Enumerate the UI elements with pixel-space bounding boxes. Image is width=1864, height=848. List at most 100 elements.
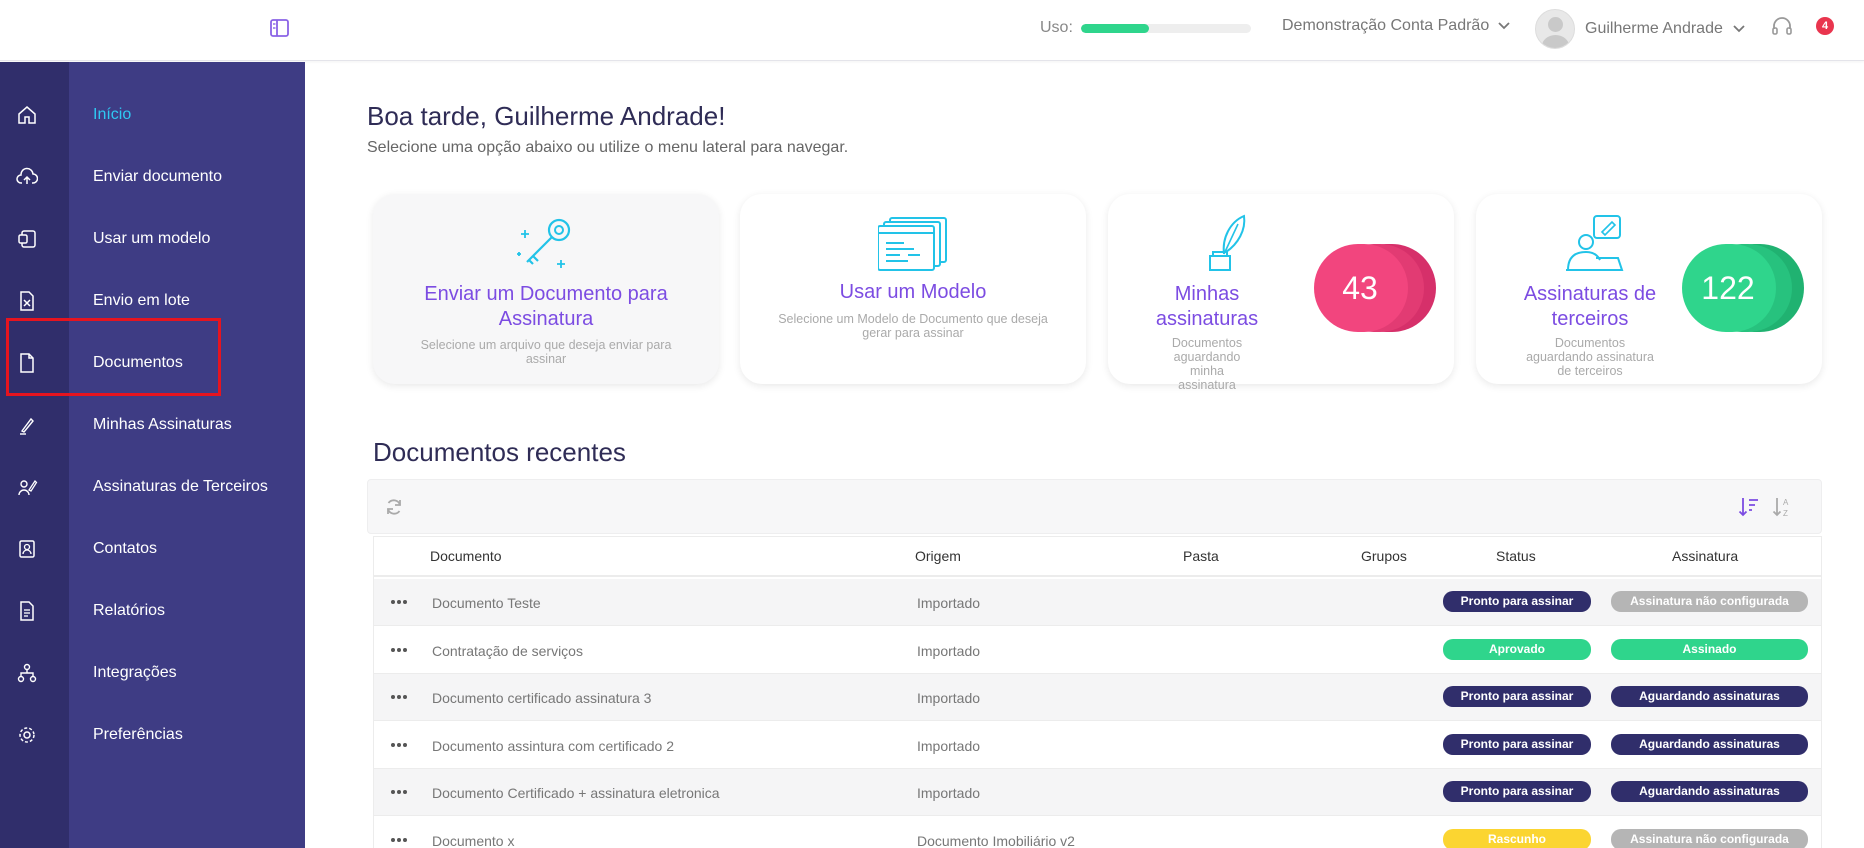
sidebar-item-envio-em-lote[interactable]: Envio em lote [0, 270, 305, 332]
notification-badge[interactable]: 4 [1816, 17, 1834, 35]
pending-count-badge: 43 [1314, 244, 1436, 332]
sidebar-item-preferencias[interactable]: Preferências [0, 704, 305, 766]
more-options-icon[interactable] [390, 736, 408, 754]
column-header-grupos[interactable]: Grupos [1361, 548, 1407, 564]
cell-origem: Importado [917, 737, 981, 754]
sort-descending-icon[interactable] [1738, 495, 1760, 519]
table-row[interactable]: Documento x Documento Imobiliário v2 Rascu… [374, 816, 1821, 848]
sidebar-item-enviar-documento[interactable]: Enviar documento [0, 146, 305, 208]
third-party-count-badge: 122 [1682, 244, 1804, 332]
cell-origem: Importado [917, 785, 981, 801]
my-signatures-card[interactable]: Minhas assinaturas Documentos aguardando… [1108, 194, 1454, 392]
sidebar-item-contatos[interactable]: Contatos [0, 518, 305, 580]
integrations-icon [17, 663, 37, 683]
card-title: Usar um Modelo [839, 281, 987, 303]
third-party-sign-icon [18, 479, 38, 496]
cell-documento[interactable]: Documento x [432, 833, 514, 848]
status-badge: Pronto para assinar [1443, 591, 1591, 612]
cell-origem: Importado [917, 642, 981, 659]
sidebar-item-minhas-assinaturas[interactable]: Minhas Assinaturas [0, 394, 305, 456]
cell-origem: Documento Imobiliário v2 [917, 832, 1075, 848]
chevron-down-icon [1498, 22, 1510, 30]
usage-meter: Uso: [1040, 18, 1251, 38]
table-row[interactable]: Contratação de serviços Importado Aprovado… [374, 626, 1821, 674]
use-template-card[interactable]: Usar um Modelo Selecione um Modelo de Do… [740, 194, 1086, 384]
more-options-icon[interactable] [390, 783, 408, 801]
sidebar-item-label: Minhas Assinaturas [93, 416, 232, 433]
sidebar-item-assinaturas-terceiros[interactable]: Assinaturas de Terceiros [0, 456, 305, 518]
home-icon [18, 106, 36, 124]
sidebar-item-integracoes[interactable]: Integrações [0, 642, 305, 704]
send-document-card[interactable]: Enviar um Documento para Assinatura Sele… [373, 194, 719, 384]
user-menu[interactable]: Guilherme Andrade [1535, 9, 1745, 49]
signature-status-badge: Assinatura não configurada [1611, 591, 1808, 612]
pen-nib-icon [20, 417, 34, 435]
usage-bar-fill [1080, 23, 1149, 33]
cell-documento[interactable]: Documento Certificado + assinatura eletr… [432, 785, 720, 801]
sidebar-item-usar-modelo[interactable]: Usar um modelo [0, 208, 305, 270]
cell-documento[interactable]: Documento Teste [432, 595, 541, 611]
third-party-count: 122 [1701, 270, 1755, 306]
quill-inkwell-icon [1209, 214, 1246, 271]
table-toolbar: A Z [367, 479, 1822, 534]
status-badge: Pronto para assinar [1443, 781, 1591, 802]
person-signing-icon [1566, 215, 1624, 271]
chevron-down-icon [1733, 25, 1745, 33]
more-options-icon[interactable] [390, 831, 408, 848]
column-header-origem[interactable]: Origem [915, 548, 961, 564]
svg-text:A: A [1783, 498, 1789, 507]
account-name: Demonstração Conta Padrão [1282, 17, 1490, 34]
cell-documento[interactable]: Documento certificado assinatura 3 [432, 690, 651, 706]
sidebar-item-label: Envio em lote [93, 292, 190, 309]
cloud-upload-icon [16, 167, 38, 184]
signature-status-badge: Aguardando assinaturas [1611, 733, 1808, 755]
recent-documents-title: Documentos recentes [373, 437, 626, 467]
sidebar-toggle-icon[interactable] [269, 18, 291, 38]
table-row[interactable]: Documento Teste Importado Pronto para assi… [374, 579, 1821, 626]
status-badge: Rascunho [1443, 828, 1591, 848]
refresh-icon[interactable] [384, 497, 404, 517]
cell-documento[interactable]: Documento assintura com certificado 2 [432, 738, 674, 754]
more-options-icon[interactable] [390, 641, 408, 659]
sidebar-item-documentos[interactable]: Documentos [0, 332, 305, 394]
card-description: Documentos aguardando minha assinatura [1171, 336, 1243, 392]
card-title: Minhas assinaturas [1155, 283, 1259, 330]
card-title: Enviar um Documento para Assinatura [424, 283, 668, 330]
sidebar-item-label: Preferências [93, 726, 183, 743]
sidebar-item-label: Integrações [93, 664, 177, 681]
table-header: Documento Origem Pasta Grupos Status Ass… [374, 537, 1821, 577]
recent-documents-table: Documento Origem Pasta Grupos Status Ass… [373, 536, 1822, 848]
account-selector[interactable]: Demonstração Conta Padrão [1282, 17, 1510, 35]
card-description: Selecione um arquivo que deseja enviar p… [420, 338, 672, 366]
sidebar-item-inicio[interactable]: Início [0, 84, 305, 146]
third-party-signatures-card[interactable]: Assinaturas de terceiros Documentos agua… [1476, 194, 1822, 384]
usage-bar [1080, 23, 1251, 33]
document-icon [20, 353, 34, 373]
table-row[interactable]: Documento assintura com certificado 2 Imp… [374, 721, 1821, 769]
sidebar-item-label: Usar um modelo [93, 230, 211, 247]
more-options-icon[interactable] [390, 593, 408, 611]
status-badge: Pronto para assinar [1443, 686, 1591, 707]
signature-status-badge: Aguardando assinaturas [1611, 781, 1808, 802]
table-row[interactable]: Documento certificado assinatura 3 Import… [374, 674, 1821, 721]
page-subtitle: Selecione uma opção abaixo ou utilize o … [367, 139, 849, 156]
column-header-status[interactable]: Status [1496, 548, 1536, 564]
column-header-assinatura[interactable]: Assinatura [1672, 548, 1738, 564]
signature-status-badge: Assinado [1611, 638, 1808, 660]
column-header-pasta[interactable]: Pasta [1183, 548, 1219, 564]
sort-alphabetical-icon[interactable]: A Z [1772, 495, 1794, 519]
more-options-icon[interactable] [390, 688, 408, 706]
contact-book-icon [19, 540, 35, 558]
table-row[interactable]: Documento Certificado + assinatura eletr… [374, 769, 1821, 816]
cell-documento[interactable]: Contratação de serviços [432, 643, 583, 659]
column-header-documento[interactable]: Documento [430, 548, 502, 564]
signature-status-badge: Assinatura não configurada [1611, 828, 1808, 848]
card-description: Selecione um Modelo de Documento que des… [778, 312, 1048, 340]
user-name: Guilherme Andrade [1585, 20, 1723, 37]
sidebar-item-label: Documentos [93, 354, 183, 371]
top-bar: Uso: Demonstração Conta Padrão Guilherme… [0, 0, 1864, 61]
headset-icon[interactable] [1771, 16, 1793, 38]
signature-status-badge: Aguardando assinaturas [1611, 686, 1808, 707]
template-icon [18, 230, 36, 248]
sidebar-item-relatorios[interactable]: Relatórios [0, 580, 305, 642]
